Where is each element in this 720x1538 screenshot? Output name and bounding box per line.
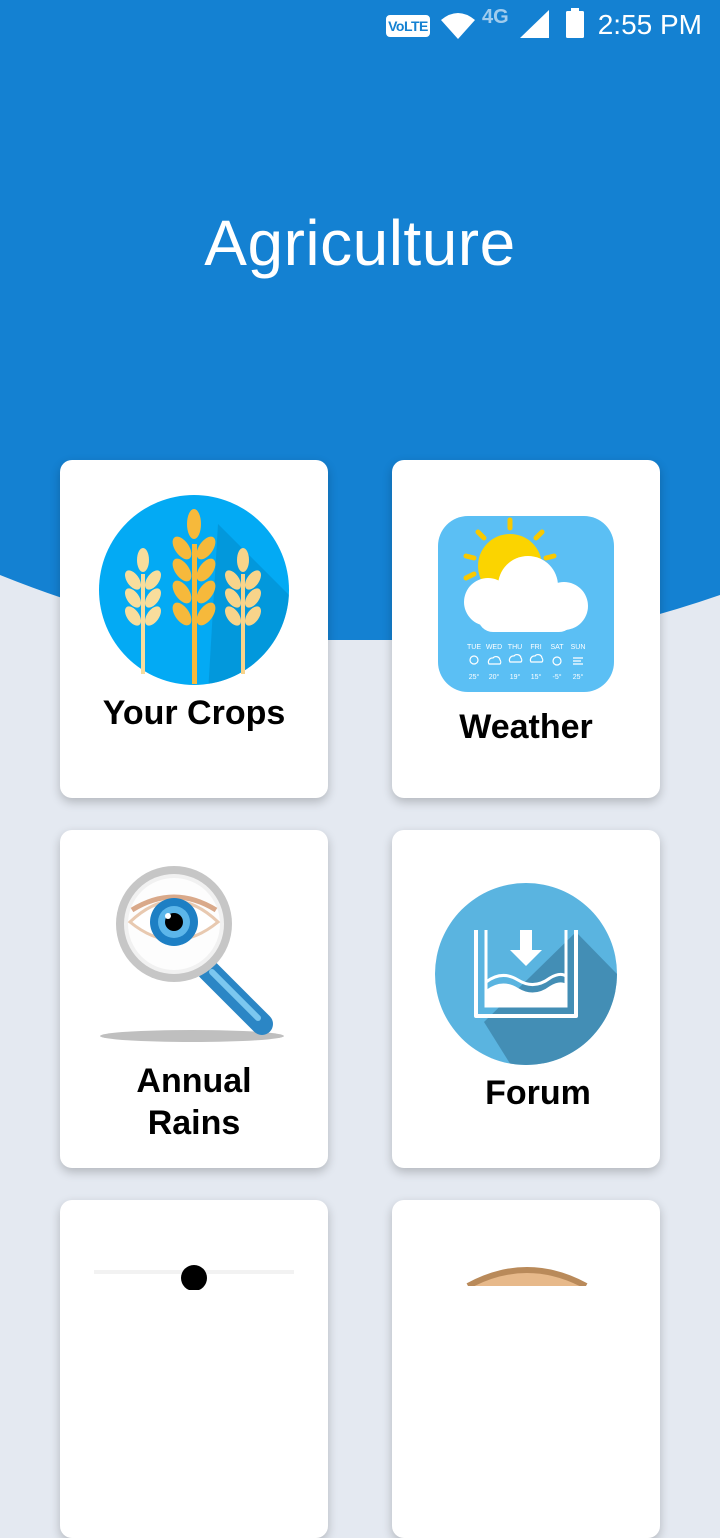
card-label-weather: Weather — [459, 708, 593, 746]
card-weather[interactable]: TUE WED THU FRI SAT SUN 25° 20° 19° 15° … — [392, 460, 660, 798]
card-annual-rains[interactable]: Annual Rains — [60, 830, 328, 1168]
weather-temp: 25° — [469, 673, 480, 681]
weather-temp: -5° — [552, 673, 561, 681]
page-title: Agriculture — [204, 207, 516, 279]
wheat-icon — [99, 495, 289, 685]
weather-day: TUE — [467, 644, 481, 651]
weather-day: SAT — [550, 644, 564, 651]
wifi-icon — [441, 13, 475, 39]
card-label-annual-rains-line1: Annual — [136, 1062, 252, 1100]
water-tank-download-icon — [435, 883, 617, 1065]
card-label-forum: Forum — [485, 1074, 591, 1112]
signal-icon — [520, 10, 549, 38]
card-forum[interactable]: Forum — [392, 830, 660, 1168]
weather-day: WED — [486, 644, 502, 651]
card-6[interactable] — [392, 1200, 660, 1538]
person-icon — [94, 1265, 294, 1290]
status-time: 2:55 PM — [597, 9, 702, 40]
weather-day: FRI — [530, 644, 541, 651]
magnifier-eye-icon — [100, 866, 284, 1042]
weather-app-icon: TUE WED THU FRI SAT SUN 25° 20° 19° 15° … — [438, 516, 614, 692]
card-5[interactable] — [60, 1200, 328, 1538]
weather-temp: 19° — [510, 673, 521, 681]
weather-day: SUN — [571, 644, 586, 651]
network-type-label: 4G — [482, 6, 509, 28]
weather-temp: 25° — [573, 673, 584, 681]
face-icon — [466, 1267, 588, 1286]
status-bar: VoLTE 4G 2:55 PM — [0, 0, 720, 50]
card-label-annual-rains-line2: Rains — [147, 1104, 241, 1142]
weather-temp: 20° — [489, 673, 500, 681]
card-your-crops[interactable]: Your Crops — [60, 460, 328, 798]
weather-temp: 15° — [531, 673, 542, 681]
battery-icon — [566, 8, 584, 38]
card-label-your-crops: Your Crops — [102, 694, 286, 732]
weather-day: THU — [508, 644, 522, 651]
volte-badge: VoLTE — [386, 15, 430, 37]
